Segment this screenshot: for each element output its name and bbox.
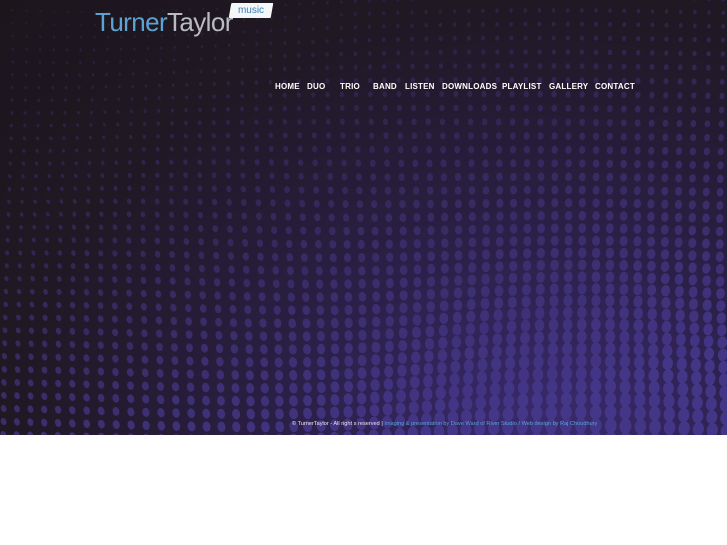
footer-separator: | <box>381 421 383 427</box>
nav-item-duo[interactable]: DUO <box>307 81 325 93</box>
nav-item-listen[interactable]: LISTEN <box>405 81 435 93</box>
design-credit-link[interactable]: Web design by Raj Choudhury <box>522 421 598 427</box>
footer-separator-2: / <box>518 421 521 427</box>
logo-badge-label: music <box>237 5 265 16</box>
nav-item-band[interactable]: BAND <box>373 81 397 93</box>
hero-banner: TurnerTaylor music HOME DUO TRIO BAND LI… <box>0 0 727 435</box>
dot-pattern-background <box>0 0 727 435</box>
logo-turner: Turner <box>95 7 168 37</box>
nav-item-home[interactable]: HOME <box>275 81 300 93</box>
logo-taylor: Taylor <box>167 7 233 37</box>
logo-music-badge: music <box>228 3 274 18</box>
nav-item-downloads[interactable]: DOWNLOADS <box>442 81 497 93</box>
nav-item-trio[interactable]: TRIO <box>340 81 360 93</box>
page-body <box>0 435 727 545</box>
nav-item-playlist[interactable]: PLAYLIST <box>502 81 542 93</box>
nav-item-contact[interactable]: CONTACT <box>595 81 635 93</box>
imaging-credit-link[interactable]: Imaging & presentation by Dave Ward of R… <box>384 421 517 427</box>
footer-credits: © TurnerTaylor - All right s reserved | … <box>292 419 597 429</box>
site-logo[interactable]: TurnerTaylor music <box>95 3 285 40</box>
copyright-text: © TurnerTaylor - All right s reserved <box>292 421 380 427</box>
logo-wordmark: TurnerTaylor <box>95 6 233 38</box>
nav-item-gallery[interactable]: GALLERY <box>549 81 588 93</box>
